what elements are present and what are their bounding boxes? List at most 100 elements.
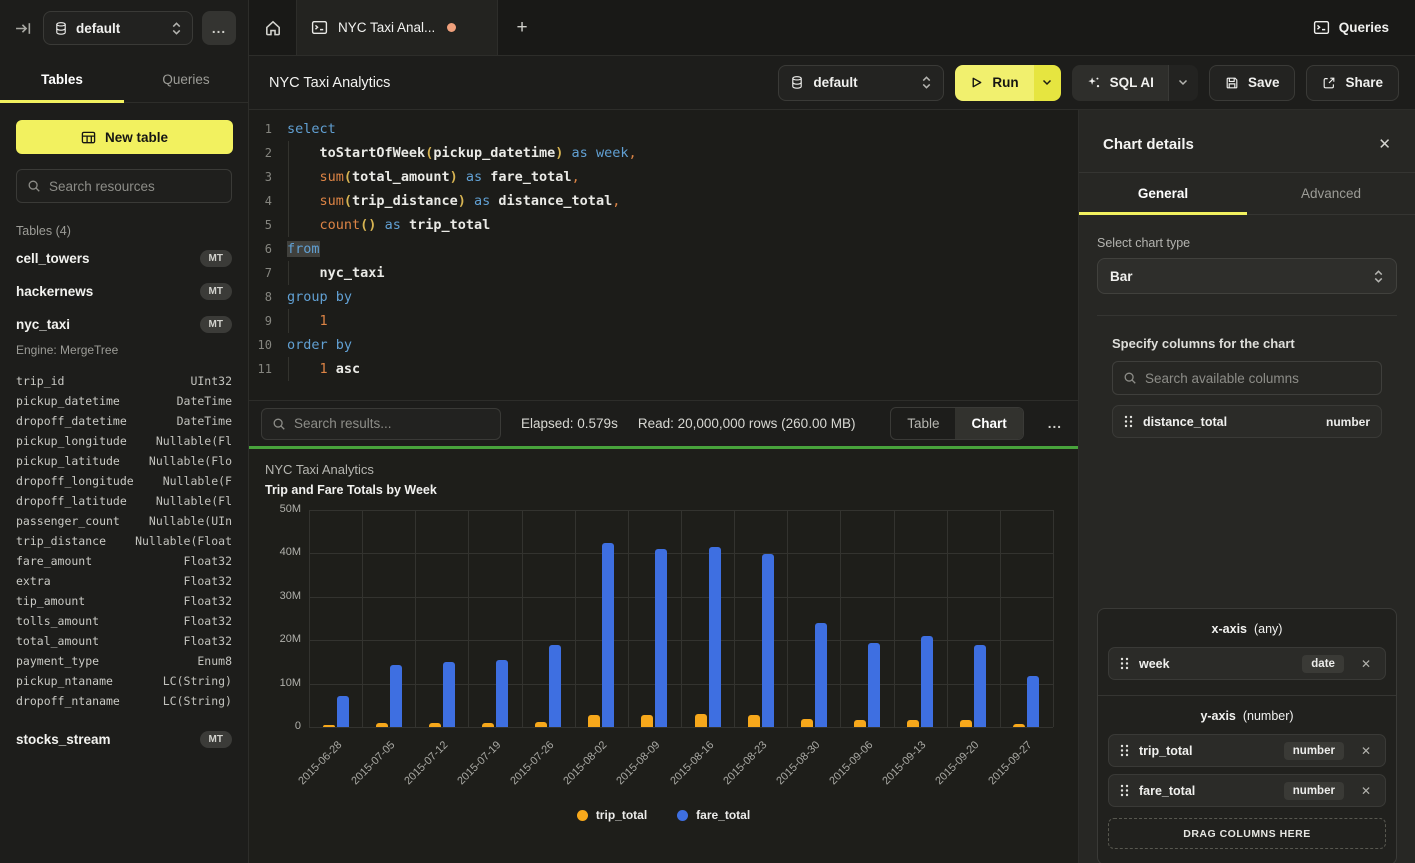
- code-content: count() as trip_total: [287, 213, 1078, 237]
- remove-column-icon[interactable]: ✕: [1358, 657, 1374, 671]
- bar-fare_total: [762, 554, 774, 727]
- code-content: group by: [287, 285, 1078, 309]
- gridline-vertical: [415, 510, 416, 727]
- remove-column-icon[interactable]: ✕: [1358, 744, 1374, 758]
- remove-column-icon[interactable]: ✕: [1358, 784, 1374, 798]
- column-chip-week[interactable]: weekdate✕: [1108, 647, 1386, 680]
- queries-shortcut[interactable]: Queries: [1313, 0, 1415, 55]
- table-column-row: pickup_ntanameLC(String): [16, 671, 232, 691]
- line-number: 1: [249, 117, 287, 141]
- database-name: default: [76, 21, 120, 36]
- chart-view-button[interactable]: Chart: [955, 408, 1022, 439]
- column-type: Nullable(UIn: [149, 511, 232, 531]
- run-options-button[interactable]: [1034, 65, 1061, 101]
- table-view-button[interactable]: Table: [891, 408, 955, 439]
- results-more-button[interactable]: ...: [1044, 416, 1066, 431]
- results-toolbar: Elapsed: 0.579s Read: 20,000,000 rows (2…: [249, 400, 1078, 446]
- table-column-row: fare_amountFloat32: [16, 551, 232, 571]
- line-number: 9: [249, 309, 287, 333]
- chip-column-type: number: [1326, 415, 1370, 429]
- terminal-icon: [311, 19, 328, 36]
- bar-trip_total: [854, 720, 866, 727]
- column-type: DateTime: [177, 411, 232, 431]
- database-icon: [54, 21, 68, 36]
- new-tab-button[interactable]: +: [498, 0, 546, 55]
- line-number: 4: [249, 189, 287, 213]
- run-button[interactable]: Run: [955, 65, 1033, 101]
- sidebar-more-button[interactable]: ...: [202, 11, 236, 45]
- drop-zone[interactable]: DRAG COLUMNS HERE: [1108, 818, 1386, 849]
- tab-general[interactable]: General: [1079, 173, 1247, 214]
- tab-tables[interactable]: Tables: [0, 56, 124, 102]
- table-column-row: trip_distanceNullable(Float: [16, 531, 232, 551]
- sidebar-database-selector[interactable]: default: [43, 11, 193, 45]
- gridline-horizontal: [309, 510, 1053, 511]
- tab-advanced[interactable]: Advanced: [1247, 173, 1415, 214]
- sql-ai-options-button[interactable]: [1168, 65, 1198, 101]
- sql-editor[interactable]: 1select2 toStartOfWeek(pickup_datetime) …: [249, 110, 1078, 400]
- drag-handle-icon[interactable]: [1120, 657, 1129, 670]
- home-icon: [264, 19, 282, 37]
- share-button[interactable]: Share: [1306, 65, 1399, 101]
- sidebar-item-hackernews[interactable]: hackernews MT: [0, 275, 248, 308]
- x-axis-section: x-axis (any) weekdate✕: [1098, 609, 1396, 695]
- gridline-horizontal: [309, 553, 1053, 554]
- search-resources-input[interactable]: [49, 179, 226, 194]
- drag-handle-icon[interactable]: [1120, 784, 1129, 797]
- x-axis-header: x-axis (any): [1108, 622, 1386, 636]
- gridline-vertical: [309, 510, 310, 727]
- column-chip-fare_total[interactable]: fare_totalnumber✕: [1108, 774, 1386, 807]
- table-column-row: dropoff_datetimeDateTime: [16, 411, 232, 431]
- column-name: extra: [16, 571, 51, 591]
- gridline-vertical: [894, 510, 895, 727]
- queries-label: Queries: [1339, 20, 1389, 35]
- legend-item-trip-total[interactable]: trip_total: [577, 808, 647, 822]
- bar-trip_total: [748, 715, 760, 727]
- home-button[interactable]: [249, 0, 296, 55]
- search-icon: [1123, 371, 1137, 385]
- column-name: dropoff_longitude: [16, 471, 134, 491]
- legend-item-fare-total[interactable]: fare_total: [677, 808, 750, 822]
- save-button[interactable]: Save: [1209, 65, 1296, 101]
- search-icon: [272, 417, 286, 431]
- column-type: Nullable(Fl: [156, 491, 232, 511]
- search-columns-input[interactable]: [1145, 371, 1371, 386]
- table-column-row: payment_typeEnum8: [16, 651, 232, 671]
- table-column-row: pickup_longitudeNullable(Fl: [16, 431, 232, 451]
- play-icon: [970, 76, 983, 89]
- query-title: NYC Taxi Analytics: [269, 75, 390, 91]
- query-tab-active[interactable]: NYC Taxi Anal...: [296, 0, 498, 55]
- table-column-row: extraFloat32: [16, 571, 232, 591]
- bar-trip_total: [907, 720, 919, 727]
- save-icon: [1225, 76, 1239, 90]
- new-table-button[interactable]: New table: [16, 120, 233, 154]
- chart-type-select[interactable]: Bar: [1097, 258, 1397, 294]
- engine-badge: MT: [200, 283, 232, 300]
- axis-config-box: x-axis (any) weekdate✕ y-axis (number) t…: [1097, 608, 1397, 863]
- column-chip-distance_total[interactable]: distance_totalnumber: [1112, 405, 1382, 438]
- sidebar-tabs: Tables Queries: [0, 56, 248, 103]
- column-chip-trip_total[interactable]: trip_totalnumber✕: [1108, 734, 1386, 767]
- close-icon[interactable]: ✕: [1378, 135, 1391, 153]
- tab-queries[interactable]: Queries: [124, 56, 248, 102]
- bar-fare_total: [974, 645, 986, 727]
- search-results-input[interactable]: [294, 416, 490, 431]
- table-column-row: total_amountFloat32: [16, 631, 232, 651]
- sidebar-item-cell-towers[interactable]: cell_towers MT: [0, 242, 248, 275]
- y-axis-tick: 30M: [257, 590, 301, 602]
- y-axis-tick: 20M: [257, 633, 301, 645]
- sidebar-item-stocks-stream[interactable]: stocks_stream MT: [0, 723, 248, 756]
- sql-ai-button[interactable]: SQL AI: [1072, 65, 1168, 101]
- sidebar-collapse-icon[interactable]: [12, 17, 34, 39]
- table-column-row: pickup_datetimeDateTime: [16, 391, 232, 411]
- toolbar-database-selector[interactable]: default: [778, 65, 944, 101]
- gridline-vertical: [840, 510, 841, 727]
- bar-fare_total: [709, 547, 721, 727]
- drag-handle-icon[interactable]: [1124, 415, 1133, 428]
- chip-column-name: trip_total: [1139, 744, 1192, 758]
- line-number: 7: [249, 261, 287, 285]
- drag-handle-icon[interactable]: [1120, 744, 1129, 757]
- view-toggle: Table Chart: [890, 407, 1024, 440]
- column-type: Enum8: [197, 651, 232, 671]
- sidebar-item-nyc-taxi[interactable]: nyc_taxi MT: [0, 308, 248, 341]
